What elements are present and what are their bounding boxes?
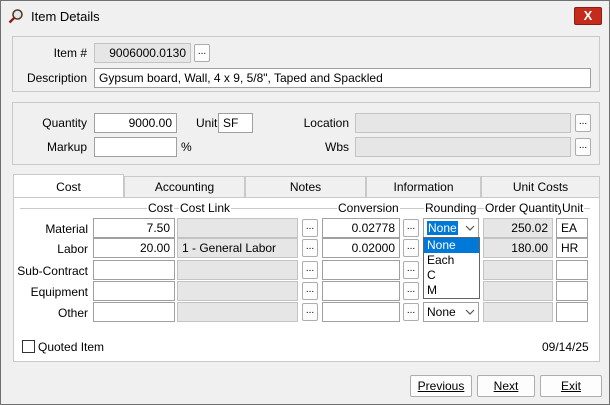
equipment-unit-field[interactable] (556, 281, 588, 301)
unit-field[interactable]: SF (218, 113, 253, 133)
chevron-down-icon (465, 225, 475, 231)
material-conversion-field[interactable]: 0.02778 (322, 218, 400, 238)
row-label-sub-contract: Sub-Contract (17, 264, 88, 278)
other-order-quantity-field (483, 302, 553, 322)
col-header-unit: Unit (561, 201, 585, 215)
material-conversion-button[interactable]: ... (403, 219, 419, 237)
sub-contract-cost-link-button[interactable]: ... (302, 261, 318, 279)
description-label: Description (26, 71, 87, 85)
other-unit-field[interactable] (556, 302, 588, 322)
rounding-option-m[interactable]: M (424, 283, 479, 298)
sub-contract-cost-link-field (177, 260, 298, 280)
item-lookup-button[interactable]: ... (194, 44, 210, 62)
material-cost-link-button[interactable]: ... (302, 219, 318, 237)
row-label-equipment: Equipment (30, 285, 88, 299)
previous-button-label: Previous (417, 379, 465, 393)
labor-cost-link-button[interactable]: ... (302, 239, 318, 257)
tab-strip: Cost Accounting Notes Information Unit C… (13, 174, 600, 198)
row-label-labor: Labor (57, 242, 88, 256)
close-button[interactable]: X (574, 7, 602, 25)
col-header-cost: Cost (147, 201, 174, 215)
quoted-item-label: Quoted Item (38, 340, 105, 354)
row-label-other: Other (57, 306, 88, 320)
col-header-order-quantity: Order Quantity (484, 201, 565, 215)
other-cost-link-button[interactable]: ... (302, 303, 318, 321)
location-label: Location (303, 116, 349, 130)
labor-unit-field[interactable]: HR (556, 238, 588, 258)
percent-sign: % (181, 140, 192, 154)
location-field (355, 113, 571, 133)
wbs-field (355, 137, 571, 157)
labor-conversion-field[interactable]: 0.02000 (322, 238, 400, 258)
equipment-conversion-field[interactable] (322, 281, 400, 301)
quoted-item-checkbox[interactable] (22, 340, 35, 353)
tab-cost[interactable]: Cost (13, 174, 124, 198)
sub-contract-order-quantity-field (483, 260, 553, 280)
other-cost-field[interactable] (93, 302, 175, 322)
tab-information[interactable]: Information (366, 176, 481, 198)
rounding-option-each[interactable]: Each (424, 253, 479, 268)
rounding-option-none[interactable]: None (424, 238, 479, 253)
sub-contract-conversion-button[interactable]: ... (403, 261, 419, 279)
tab-notes[interactable]: Notes (245, 176, 366, 198)
item-number-field: 9006000.0130 (94, 43, 191, 63)
sub-contract-unit-field[interactable] (556, 260, 588, 280)
sub-contract-cost-field[interactable] (93, 260, 175, 280)
wbs-lookup-button[interactable]: ... (575, 138, 591, 156)
next-button-label: Next (493, 379, 519, 393)
item-number-label: Item # (53, 46, 87, 60)
item-details-window: Item Details X Item # 9006000.0130 ... D… (0, 0, 610, 405)
row-label-material: Material (45, 222, 88, 236)
material-cost-link-field (177, 218, 298, 238)
equipment-order-quantity-field (483, 281, 553, 301)
exit-button[interactable]: Exit (540, 375, 602, 397)
material-rounding-select[interactable]: None (423, 218, 479, 238)
exit-button-label: Exit (560, 379, 581, 393)
other-conversion-button[interactable]: ... (403, 303, 419, 321)
other-rounding-value: None (427, 305, 456, 319)
material-unit-field[interactable]: EA (556, 218, 588, 238)
magnifier-icon (8, 9, 23, 24)
labor-cost-field[interactable]: 20.00 (93, 238, 175, 258)
material-rounding-value: None (427, 221, 458, 235)
wbs-label: Wbs (325, 140, 349, 154)
equipment-cost-link-button[interactable]: ... (302, 282, 318, 300)
window-title: Item Details (31, 9, 100, 24)
unit-label: Unit (196, 116, 218, 130)
equipment-cost-field[interactable] (93, 281, 175, 301)
labor-cost-link-field: 1 - General Labor (177, 238, 298, 258)
date-label: 09/14/25 (542, 340, 589, 354)
rounding-option-c[interactable]: C (424, 268, 479, 283)
other-conversion-field[interactable] (322, 302, 400, 322)
description-field[interactable]: Gypsum board, Wall, 4 x 9, 5/8", Taped a… (94, 68, 591, 88)
other-rounding-select[interactable]: None (423, 302, 479, 322)
col-header-rounding: Rounding (424, 201, 478, 215)
quantity-field[interactable]: 9000.00 (94, 113, 177, 133)
chevron-down-icon (465, 309, 475, 315)
col-header-conversion: Conversion (337, 201, 400, 215)
equipment-conversion-button[interactable]: ... (403, 282, 419, 300)
labor-conversion-button[interactable]: ... (403, 239, 419, 257)
markup-field[interactable] (94, 137, 177, 157)
location-lookup-button[interactable]: ... (575, 114, 591, 132)
title-bar: Item Details X (1, 1, 609, 31)
labor-order-quantity-field: 180.00 (483, 238, 553, 258)
material-cost-field[interactable]: 7.50 (93, 218, 175, 238)
quantity-label: Quantity (42, 116, 87, 130)
tab-unit-costs[interactable]: Unit Costs (481, 176, 600, 198)
rounding-dropdown-list: None Each C M (423, 237, 480, 299)
material-order-quantity-field: 250.02 (483, 218, 553, 238)
previous-button[interactable]: Previous (410, 375, 472, 397)
next-button[interactable]: Next (477, 375, 535, 397)
equipment-cost-link-field (177, 281, 298, 301)
col-header-cost-link: Cost Link (179, 201, 232, 215)
sub-contract-conversion-field[interactable] (322, 260, 400, 280)
other-cost-link-field (177, 302, 298, 322)
markup-label: Markup (46, 140, 87, 154)
tab-accounting[interactable]: Accounting (124, 176, 245, 198)
